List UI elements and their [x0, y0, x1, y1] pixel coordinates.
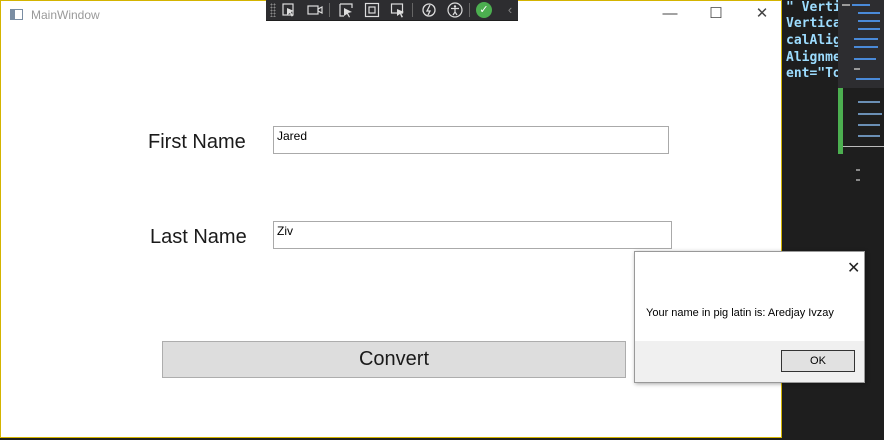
- code-line: calAlig: [786, 33, 841, 48]
- message-text: Your name in pig latin is: Aredjay Ivzay: [646, 307, 834, 319]
- track-focus-icon[interactable]: [390, 2, 406, 18]
- convert-button[interactable]: Convert: [162, 341, 626, 378]
- select-in-app-icon[interactable]: [338, 2, 354, 18]
- code-line: ent="To: [786, 66, 841, 81]
- minimize-button[interactable]: —: [647, 1, 693, 29]
- minimap[interactable]: [838, 0, 884, 88]
- select-element-icon[interactable]: [281, 2, 297, 18]
- record-icon[interactable]: [307, 2, 323, 18]
- collapse-chevron-icon[interactable]: ‹: [502, 2, 518, 18]
- maximize-button[interactable]: ☐: [693, 1, 739, 29]
- first-name-label: First Name: [148, 131, 246, 153]
- first-name-input[interactable]: Jared: [273, 126, 669, 154]
- last-name-label: Last Name: [150, 226, 247, 248]
- app-window-icon: [10, 9, 23, 20]
- window-title: MainWindow: [31, 8, 100, 22]
- code-minimap-row: [858, 135, 880, 137]
- display-adorners-icon[interactable]: [364, 2, 380, 18]
- close-button[interactable]: ✕: [739, 1, 785, 29]
- xaml-debug-toolbar: ✓ ‹: [266, 0, 518, 21]
- ok-button[interactable]: OK: [781, 350, 855, 372]
- scroll-change-indicator: [838, 88, 843, 154]
- binding-check-icon[interactable]: ✓: [476, 2, 492, 18]
- code-minimap-row: [856, 179, 860, 181]
- close-icon[interactable]: ✕: [847, 258, 860, 278]
- scroll-position-marker: [843, 146, 884, 147]
- last-name-input[interactable]: Ziv: [273, 221, 672, 249]
- accessibility-icon[interactable]: [447, 2, 463, 18]
- toolbar-grip-icon[interactable]: [270, 3, 276, 17]
- code-line: Alignme: [786, 50, 841, 65]
- code-minimap-row: [856, 169, 860, 171]
- pig-latin-message-box: ✕ Your name in pig latin is: Aredjay Ivz…: [634, 251, 865, 383]
- code-line: Vertica: [786, 16, 841, 31]
- code-minimap-row: [858, 101, 880, 103]
- hot-reload-icon[interactable]: [421, 2, 437, 18]
- code-line: " Verti: [786, 0, 841, 15]
- message-footer: OK: [635, 341, 864, 382]
- code-minimap-row: [858, 124, 880, 126]
- code-minimap-row: [858, 113, 882, 115]
